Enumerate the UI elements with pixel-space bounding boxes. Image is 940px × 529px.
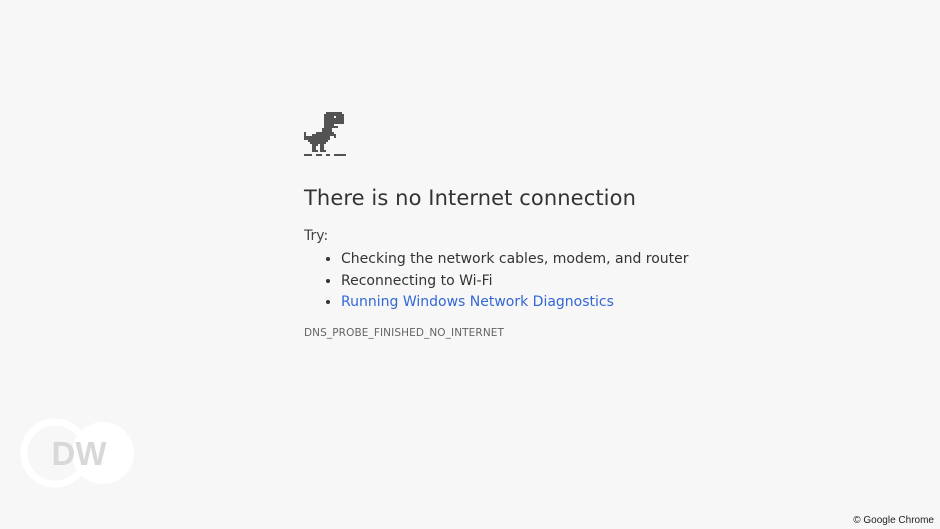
error-page: { "page": { "title": "There is no Intern… — [0, 0, 940, 529]
error-code: DNS_PROBE_FINISHED_NO_INTERNET — [304, 326, 505, 339]
try-label: Try: — [304, 228, 329, 244]
suggestions-list: Checking the network cables, modem, and … — [304, 249, 864, 314]
offline-dinosaur-icon[interactable] — [304, 112, 346, 156]
error-title: There is no Internet connection — [304, 186, 636, 210]
svg-text:DW: DW — [52, 435, 108, 472]
suggestion-reconnect-wifi: Reconnecting to Wi-Fi — [341, 271, 864, 293]
error-content: There is no Internet connection Try: Che… — [304, 112, 864, 339]
suggestion-network-diagnostics: Running Windows Network Diagnostics — [341, 292, 864, 314]
image-credit: © Google Chrome — [853, 515, 934, 526]
network-diagnostics-link[interactable]: Running Windows Network Diagnostics — [341, 294, 614, 310]
suggestion-check-cables: Checking the network cables, modem, and … — [341, 249, 864, 271]
dw-logo: DW — [20, 418, 134, 488]
